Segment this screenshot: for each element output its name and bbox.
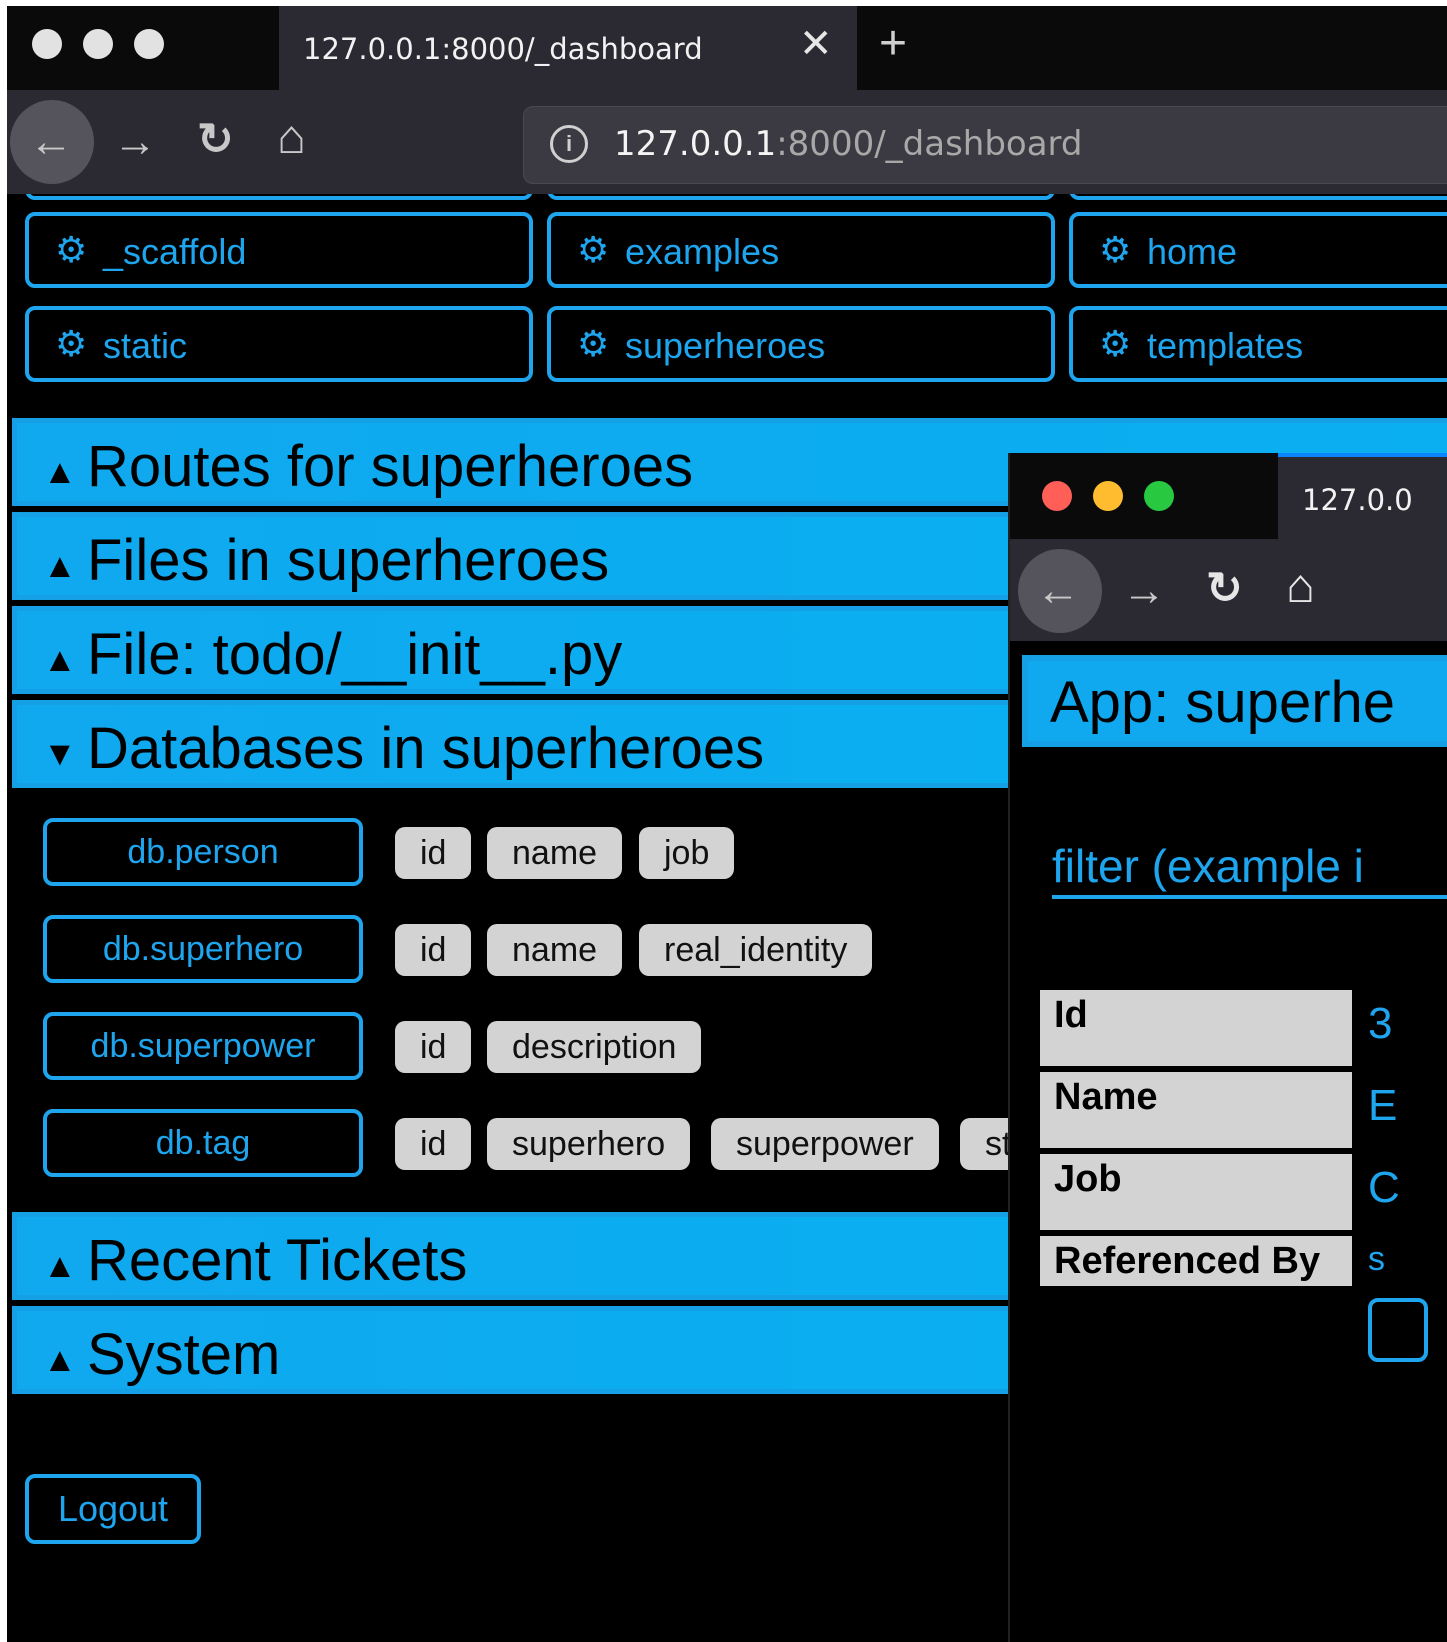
row-header-name: Name [1040,1072,1352,1148]
info-icon[interactable]: i [550,125,588,163]
table-button-superhero[interactable]: db.superhero [43,915,363,983]
app-label: home [1147,231,1238,272]
second-browser-window: 127.0.0 ← → ↻ ⌂ App: superhe filter (exa… [1008,453,1447,1642]
app-label: templates [1147,325,1304,366]
second-tab[interactable]: 127.0.0 [1278,453,1447,539]
screen: 127.0.0.1:8000/_dashboard ✕ + ← → ↻ ⌂ i … [0,0,1447,1642]
tab-title: 127.0.0 [1302,483,1413,517]
row-header-id: Id [1040,990,1352,1066]
back-arrow-icon[interactable]: ← [29,120,73,164]
app-header-text: App: superhe [1050,670,1396,735]
gear-icon: ⚙ [1099,229,1132,270]
section-system[interactable]: ▲ System [12,1306,1022,1394]
field-chip: id [395,1021,472,1073]
app-button-home[interactable]: ⚙ home [1069,212,1447,288]
app-button-examples[interactable]: ⚙ examples [547,212,1055,288]
second-tab-bar: 127.0.0 [1010,453,1447,539]
plus-icon[interactable]: + [879,20,907,68]
triangle-down-icon: ▼ [43,735,77,773]
field-chip: name [487,827,623,879]
gear-icon: ⚙ [55,323,88,364]
field-chip: superhero [487,1118,691,1170]
tab-dashboard[interactable]: 127.0.0.1:8000/_dashboard ✕ [279,6,857,90]
triangle-up-icon: ▲ [43,1341,77,1379]
back-arrow-icon[interactable]: ← [1036,569,1080,613]
triangle-up-icon: ▲ [43,1247,77,1285]
row-value[interactable]: E [1368,1081,1397,1131]
app-label: examples [625,231,780,272]
app-button-scaffold[interactable]: ⚙ _scaffold [25,212,533,288]
app-label: _scaffold [103,231,247,272]
triangle-up-icon: ▲ [43,453,77,491]
close-icon[interactable]: ✕ [799,24,833,64]
forward-arrow-icon[interactable]: → [113,120,157,164]
row-header-job: Job [1040,1154,1352,1230]
gear-icon: ⚙ [577,323,610,364]
app-button-static[interactable]: ⚙ static [25,306,533,382]
section-title: File: todo/__init__.py [87,622,623,687]
logout-button[interactable]: Logout [25,1474,201,1544]
section-file[interactable]: ▲ File: todo/__init__.py [12,606,1022,694]
tab-title: 127.0.0.1:8000/_dashboard [303,32,703,66]
reload-icon[interactable]: ↻ [197,118,234,162]
section-title: Recent Tickets [87,1228,468,1293]
field-chip: id [395,1118,472,1170]
url-path: :8000/_dashboard [776,124,1083,164]
field-chip: id [395,827,472,879]
section-title: System [87,1322,281,1387]
gear-icon: ⚙ [1099,323,1132,364]
field-chip: job [639,827,735,879]
app-label: superheroes [625,325,826,366]
filter-input[interactable]: filter (example i [1052,839,1447,899]
gear-icon: ⚙ [55,229,88,270]
field-chip: superpower [711,1118,939,1170]
section-title: Databases in superheroes [87,716,765,781]
gear-icon: ⚙ [577,229,610,270]
table-button-tag[interactable]: db.tag [43,1109,363,1177]
section-tickets[interactable]: ▲ Recent Tickets [12,1212,1022,1300]
row-header-referenced-by: Referenced By [1040,1236,1352,1286]
field-chip: real_identity [639,924,873,976]
section-title: Routes for superheroes [87,434,694,499]
app-button-partial[interactable] [547,194,1055,200]
field-chip: id [395,924,472,976]
app-button-templates[interactable]: ⚙ templates [1069,306,1447,382]
home-icon[interactable]: ⌂ [277,114,306,162]
field-chip: name [487,924,623,976]
window-minimize-dot[interactable] [83,29,113,59]
url-bar[interactable]: i 127.0.0.1:8000/_dashboard [523,106,1447,184]
section-title: Files in superheroes [87,528,610,593]
app-button-superheroes[interactable]: ⚙ superheroes [547,306,1055,382]
partial-button[interactable] [1368,1298,1428,1362]
triangle-up-icon: ▲ [43,641,77,679]
app-label: static [103,325,188,366]
row-value[interactable]: 3 [1368,999,1392,1049]
window-minimize-dot[interactable] [1093,481,1123,511]
field-chip: description [487,1021,702,1073]
reload-icon[interactable]: ↻ [1206,567,1243,611]
window-zoom-dot[interactable] [1144,481,1174,511]
app-button-partial[interactable] [1069,194,1447,200]
window-close-dot[interactable] [1042,481,1072,511]
tab-bar: 127.0.0.1:8000/_dashboard ✕ + [7,6,1447,90]
second-nav-bar: ← → ↻ ⌂ [1010,539,1447,641]
url-host: 127.0.0.1 [614,124,777,164]
window-close-dot[interactable] [32,29,62,59]
row-value[interactable]: s [1368,1240,1385,1279]
row-value[interactable]: C [1368,1163,1400,1213]
nav-bar: ← → ↻ ⌂ i 127.0.0.1:8000/_dashboard [7,90,1447,194]
section-files[interactable]: ▲ Files in superheroes [12,512,1022,600]
section-databases[interactable]: ▼ Databases in superheroes [12,700,1022,788]
home-icon[interactable]: ⌂ [1286,563,1315,611]
url-text: 127.0.0.1:8000/_dashboard [614,124,1083,164]
app-button-partial[interactable] [25,194,533,200]
table-button-superpower[interactable]: db.superpower [43,1012,363,1080]
app-header: App: superhe [1022,655,1447,747]
table-button-person[interactable]: db.person [43,818,363,886]
window-zoom-dot[interactable] [134,29,164,59]
forward-arrow-icon[interactable]: → [1122,569,1166,613]
triangle-up-icon: ▲ [43,547,77,585]
